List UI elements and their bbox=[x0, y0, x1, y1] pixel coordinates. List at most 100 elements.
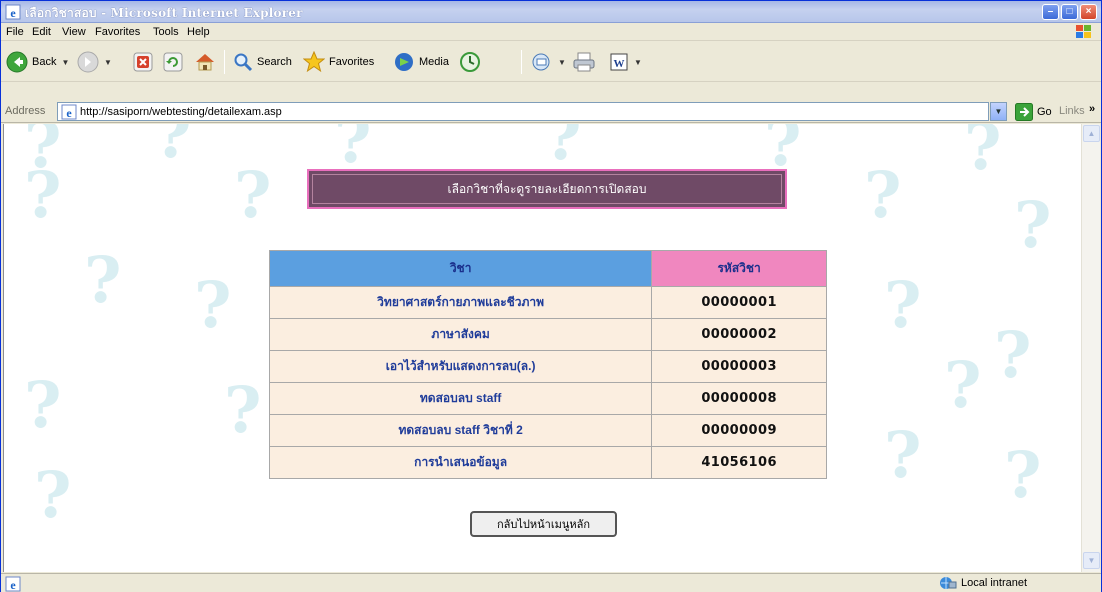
subject-code: 00000002 bbox=[651, 318, 827, 351]
local-intranet-icon bbox=[940, 577, 957, 589]
go-button[interactable]: Go bbox=[1015, 103, 1052, 121]
question-mark-background: ? bbox=[964, 124, 1002, 185]
security-zone: Local intranet bbox=[939, 576, 1027, 590]
print-button[interactable] bbox=[572, 48, 596, 76]
forward-button[interactable]: ▼ bbox=[77, 48, 112, 76]
favorites-button[interactable]: Favorites bbox=[303, 48, 374, 76]
svg-text:e: e bbox=[10, 578, 16, 592]
table-row[interactable]: ภาษาสังคม 00000002 bbox=[268, 318, 827, 351]
table-row[interactable]: ทดสอบลบ staff 00000008 bbox=[268, 382, 827, 415]
home-icon bbox=[196, 54, 214, 71]
links-label[interactable]: Links bbox=[1059, 105, 1085, 117]
forward-arrow-icon bbox=[77, 51, 99, 73]
refresh-button[interactable] bbox=[163, 48, 183, 76]
vertical-scrollbar[interactable]: ▲ ▼ bbox=[1081, 124, 1100, 572]
address-bar: Address e http://sasiporn/webtesting/det… bbox=[1, 101, 1101, 123]
svg-text:W: W bbox=[614, 58, 625, 70]
page-title: เลือกวิชาที่จะดูรายละเอียดการเปิดสอบ bbox=[312, 174, 782, 204]
history-icon bbox=[460, 52, 480, 72]
menu-tools[interactable]: Tools bbox=[153, 26, 179, 38]
subject-link[interactable]: ทดสอบลบ staff bbox=[268, 382, 653, 415]
maximize-button[interactable]: □ bbox=[1061, 4, 1078, 20]
subject-link[interactable]: เอาไว้สำหรับแสดงการลบ(ล.) bbox=[268, 350, 653, 383]
edit-button[interactable]: W ▼ bbox=[609, 48, 642, 76]
back-button[interactable]: Back ▼ bbox=[6, 48, 69, 76]
menu-favorites[interactable]: Favorites bbox=[95, 26, 140, 38]
question-mark-background: ? bbox=[194, 268, 232, 343]
question-mark-background: ? bbox=[944, 348, 982, 423]
address-label: Address bbox=[5, 105, 46, 117]
question-mark-background: ? bbox=[234, 158, 272, 233]
stop-icon bbox=[133, 52, 153, 72]
zone-label: Local intranet bbox=[961, 577, 1028, 589]
search-button[interactable]: Search bbox=[233, 48, 292, 76]
minimize-button[interactable]: – bbox=[1042, 4, 1059, 20]
subject-link[interactable]: ทดสอบลบ staff วิชาที่ 2 bbox=[268, 414, 653, 447]
windows-logo-icon bbox=[1076, 25, 1091, 38]
ie-page-icon: e bbox=[5, 576, 21, 592]
menu-view[interactable]: View bbox=[62, 26, 86, 38]
go-arrow-icon bbox=[1015, 103, 1033, 121]
question-mark-background: ? bbox=[1014, 188, 1052, 263]
scroll-down-icon[interactable]: ▼ bbox=[1083, 552, 1100, 569]
question-mark-background: ? bbox=[24, 158, 62, 233]
window-title: เลือกวิชาสอบ - Microsoft Internet Explor… bbox=[25, 6, 303, 20]
svg-text:e: e bbox=[10, 6, 16, 20]
menu-edit[interactable]: Edit bbox=[32, 26, 51, 38]
table-row[interactable]: การนำเสนอข้อมูล 41056106 bbox=[268, 446, 827, 479]
back-dropdown-icon[interactable]: ▼ bbox=[61, 58, 69, 67]
edit-dropdown-icon[interactable]: ▼ bbox=[634, 58, 642, 67]
question-mark-background: ? bbox=[24, 124, 62, 183]
history-button[interactable] bbox=[459, 48, 481, 76]
back-label: Back bbox=[32, 56, 57, 68]
table-row[interactable]: วิทยาศาสตร์กายภาพและชีวภาพ 00000001 bbox=[268, 286, 827, 319]
print-icon bbox=[573, 52, 595, 72]
home-button[interactable] bbox=[194, 48, 216, 76]
question-mark-background: ? bbox=[544, 124, 582, 175]
table-row[interactable]: เอาไว้สำหรับแสดงการลบ(ล.) 00000003 bbox=[268, 350, 827, 383]
media-button[interactable]: Media bbox=[393, 48, 449, 76]
scroll-up-icon[interactable]: ▲ bbox=[1083, 125, 1100, 142]
toolbar-band bbox=[1, 82, 1101, 101]
standard-toolbar: Back ▼ ▼ Search Favorites Media ▼ W ▼ bbox=[1, 42, 1101, 82]
go-label: Go bbox=[1037, 106, 1052, 118]
media-icon bbox=[395, 53, 413, 71]
table-row[interactable]: ทดสอบลบ staff วิชาที่ 2 00000009 bbox=[268, 414, 827, 447]
address-input[interactable]: e http://sasiporn/webtesting/detailexam.… bbox=[57, 102, 989, 121]
links-chevron-icon[interactable]: » bbox=[1089, 103, 1095, 115]
toolbar-separator bbox=[224, 50, 225, 74]
subject-link[interactable]: การนำเสนอข้อมูล bbox=[268, 446, 653, 479]
back-arrow-icon bbox=[6, 51, 28, 73]
subject-link[interactable]: วิทยาศาสตร์กายภาพและชีวภาพ bbox=[268, 286, 653, 319]
address-url: http://sasiporn/webtesting/detailexam.as… bbox=[80, 106, 282, 118]
table-header-row: วิชา รหัสวิชา bbox=[268, 250, 827, 287]
forward-dropdown-icon[interactable]: ▼ bbox=[104, 58, 112, 67]
stop-button[interactable] bbox=[133, 48, 153, 76]
question-mark-background: ? bbox=[34, 458, 72, 533]
subject-code: 00000009 bbox=[651, 414, 827, 447]
question-mark-background: ? bbox=[154, 124, 192, 173]
close-button[interactable]: × bbox=[1080, 4, 1097, 20]
column-header-subject: วิชา bbox=[268, 250, 653, 287]
menu-file[interactable]: File bbox=[6, 26, 24, 38]
question-mark-background: ? bbox=[84, 243, 122, 318]
subject-link[interactable]: ภาษาสังคม bbox=[268, 318, 653, 351]
question-mark-background: ? bbox=[24, 368, 62, 443]
edit-icon: W bbox=[610, 53, 628, 71]
toolbar-separator bbox=[521, 50, 522, 74]
status-bar: e Local intranet bbox=[1, 573, 1101, 592]
mail-dropdown-icon[interactable]: ▼ bbox=[558, 58, 566, 67]
mail-button[interactable]: ▼ bbox=[531, 48, 566, 76]
question-mark-background: ? bbox=[224, 373, 262, 448]
address-dropdown-button[interactable]: ▼ bbox=[990, 102, 1007, 121]
question-mark-background: ? bbox=[864, 158, 902, 233]
question-mark-background: ? bbox=[994, 318, 1032, 393]
ie-page-icon: e bbox=[61, 104, 77, 120]
refresh-icon bbox=[163, 52, 183, 72]
search-icon bbox=[234, 53, 253, 72]
subject-code: 00000008 bbox=[651, 382, 827, 415]
back-to-main-menu-button[interactable]: กลับไปหน้าเมนูหลัก bbox=[470, 511, 617, 537]
media-label: Media bbox=[419, 56, 449, 68]
menu-bar: File Edit View Favorites Tools Help bbox=[1, 23, 1101, 41]
menu-help[interactable]: Help bbox=[187, 26, 210, 38]
